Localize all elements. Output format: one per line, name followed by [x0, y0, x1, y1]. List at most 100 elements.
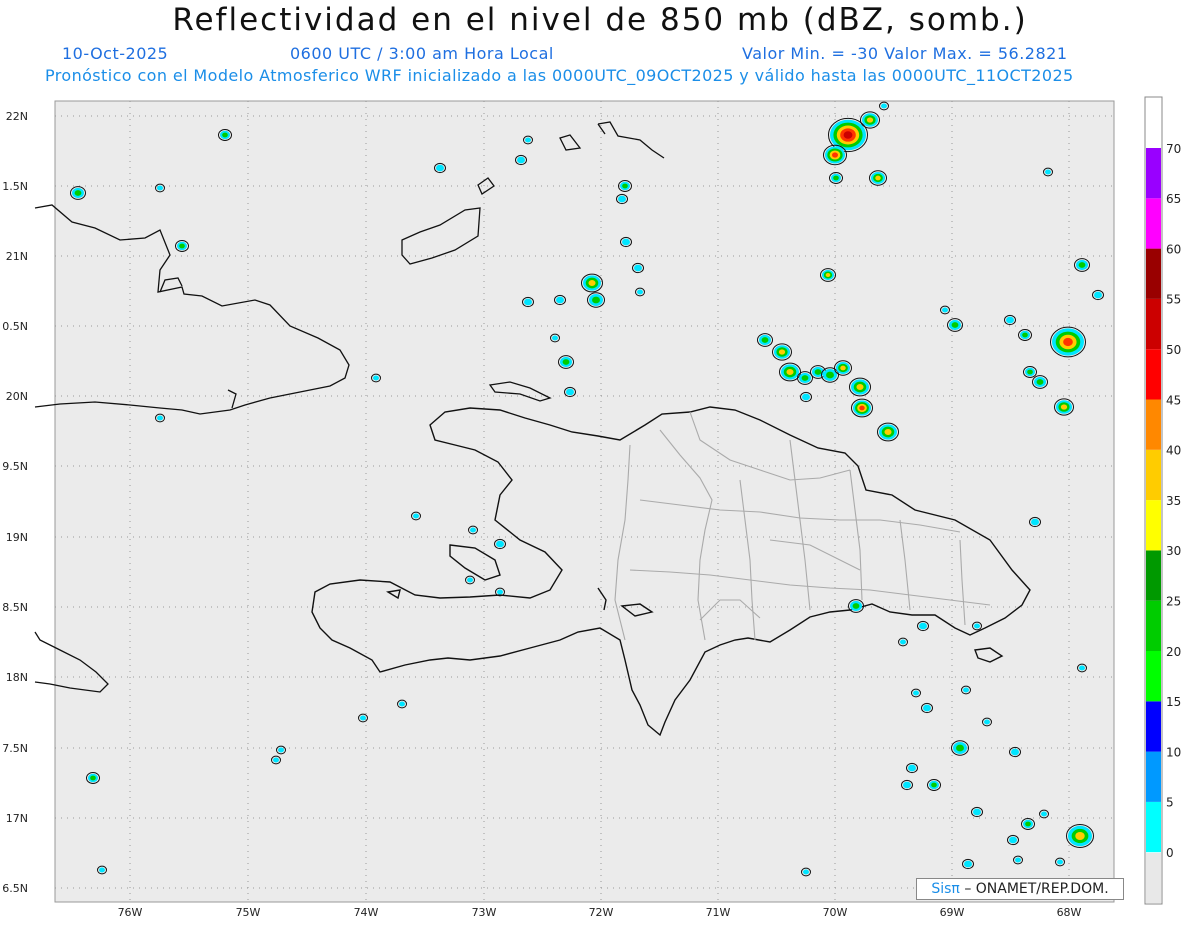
- lon-tick-label: 68W: [1057, 906, 1082, 919]
- lon-tick-label: 74W: [354, 906, 379, 919]
- colorbar-segment: [1146, 751, 1161, 802]
- storm-cell: [434, 162, 446, 174]
- storm-cell: [917, 620, 929, 632]
- storm-cell: [1074, 258, 1090, 272]
- storm-cell: [1029, 516, 1041, 528]
- storm-cell: [921, 702, 933, 714]
- storm-cell: [1023, 365, 1037, 379]
- colorbar-segment: [1146, 198, 1161, 249]
- storm-cell: [757, 333, 773, 347]
- colorbar-below-zero: [1146, 853, 1161, 903]
- storm-cell: [820, 268, 836, 282]
- colorbar-tick-label: 35: [1166, 494, 1181, 508]
- storm-cell: [1092, 289, 1104, 301]
- storm-cell: [616, 193, 628, 205]
- storm-cell: [175, 239, 189, 253]
- storm-cell: [581, 273, 603, 293]
- storm-cell: [494, 538, 506, 550]
- colorbar-segment: [1146, 801, 1161, 853]
- colorbar-segment: [1146, 651, 1161, 702]
- storm-cell: [70, 186, 86, 200]
- colorbar-tick-label: 55: [1166, 293, 1181, 307]
- storm-cell: [823, 144, 847, 166]
- plot-area: [54, 100, 1115, 903]
- lat-tick-label: 0.5N: [2, 320, 28, 333]
- storm-cell: [851, 398, 873, 418]
- lat-tick-label: 9.5N: [2, 460, 28, 473]
- reflectivity-map: 76W 75W 74W 73W 72W 71W 70W 69W 68W 22N 1.5N 21N 0.5…: [2, 96, 1181, 919]
- storm-cell: [834, 360, 852, 376]
- storm-cell: [1032, 375, 1048, 389]
- colorbar-segment: [1146, 148, 1161, 199]
- storm-cell: [849, 377, 871, 397]
- storm-cell: [1007, 834, 1019, 846]
- lat-tick-label: 22N: [6, 110, 28, 123]
- storm-cell: [772, 343, 792, 361]
- lon-tick-label: 69W: [940, 906, 965, 919]
- colorbar: 0 5 10 15 20 25 30 35 40 45 50 55 60 65 70: [1144, 96, 1181, 905]
- storm-cell: [1021, 817, 1035, 831]
- lat-tick-label: 1.5N: [2, 180, 28, 193]
- storm-cell: [522, 296, 534, 308]
- storm-cell: [860, 111, 880, 129]
- colorbar-tick-label: 45: [1166, 393, 1181, 407]
- storm-cell: [800, 391, 812, 403]
- colorbar-segment: [1146, 248, 1161, 299]
- storm-cell: [620, 236, 632, 248]
- colorbar-tick-label: 20: [1166, 645, 1181, 659]
- colorbar-tick-label: 65: [1166, 192, 1181, 206]
- storm-cell: [86, 771, 100, 785]
- storm-cell: [971, 806, 983, 818]
- colorbar-tick-label: 10: [1166, 745, 1181, 759]
- storm-cell: [618, 179, 632, 193]
- storm-cell: [564, 386, 576, 398]
- storm-cell: [218, 128, 232, 142]
- storm-cell: [951, 740, 969, 756]
- storm-cell: [1018, 328, 1032, 342]
- storm-cell: [901, 779, 913, 791]
- colorbar-tick-label: 40: [1166, 444, 1181, 458]
- colorbar-segment: [1146, 701, 1161, 752]
- lat-tick-label: 6.5N: [2, 882, 28, 895]
- colorbar-tick-label: 0: [1166, 846, 1174, 860]
- colorbar-segment: [1146, 298, 1161, 350]
- colorbar-segment: [1146, 399, 1161, 450]
- lon-tick-label: 72W: [589, 906, 614, 919]
- storm-cell: [1066, 824, 1094, 848]
- colorbar-segment: [1146, 600, 1161, 651]
- storm-cell: [1054, 398, 1074, 416]
- lat-tick-label: 8.5N: [2, 601, 28, 614]
- colorbar-tick-label: 25: [1166, 595, 1181, 609]
- colorbar-tick-label: 50: [1166, 343, 1181, 357]
- colorbar-tick-label: 5: [1166, 796, 1174, 810]
- storm-cell: [558, 355, 574, 369]
- colorbar-segment: [1146, 349, 1161, 400]
- colorbar-segment: [1146, 500, 1161, 551]
- storm-cell: [821, 367, 839, 383]
- storm-cell: [962, 858, 974, 870]
- storm-cell: [1009, 746, 1021, 758]
- lon-tick-label: 70W: [823, 906, 848, 919]
- colorbar-tick-label: 70: [1166, 142, 1181, 156]
- storm-cell: [829, 171, 843, 185]
- storm-cell: [587, 292, 605, 308]
- lon-tick-label: 75W: [236, 906, 261, 919]
- storm-cell: [869, 170, 887, 186]
- storm-cell: [877, 422, 899, 442]
- storm-cell: [515, 154, 527, 166]
- lat-tick-label: 20N: [6, 390, 28, 403]
- storm-cell: [554, 294, 566, 306]
- storm-cell: [906, 762, 918, 774]
- colorbar-segment: [1146, 449, 1161, 501]
- storm-cell: [1004, 314, 1016, 326]
- storm-cell: [848, 599, 864, 613]
- lat-tick-label: 7.5N: [2, 742, 28, 755]
- storm-cell: [927, 778, 941, 792]
- lat-tick-label: 17N: [6, 812, 28, 825]
- storm-cell: [947, 318, 963, 332]
- lon-tick-label: 73W: [472, 906, 497, 919]
- credit-box: Sisπ – ONAMET/REP.DOM.: [916, 878, 1124, 900]
- storm-cell: [1050, 326, 1086, 358]
- lat-tick-label: 21N: [6, 250, 28, 263]
- colorbar-tick-label: 30: [1166, 544, 1181, 558]
